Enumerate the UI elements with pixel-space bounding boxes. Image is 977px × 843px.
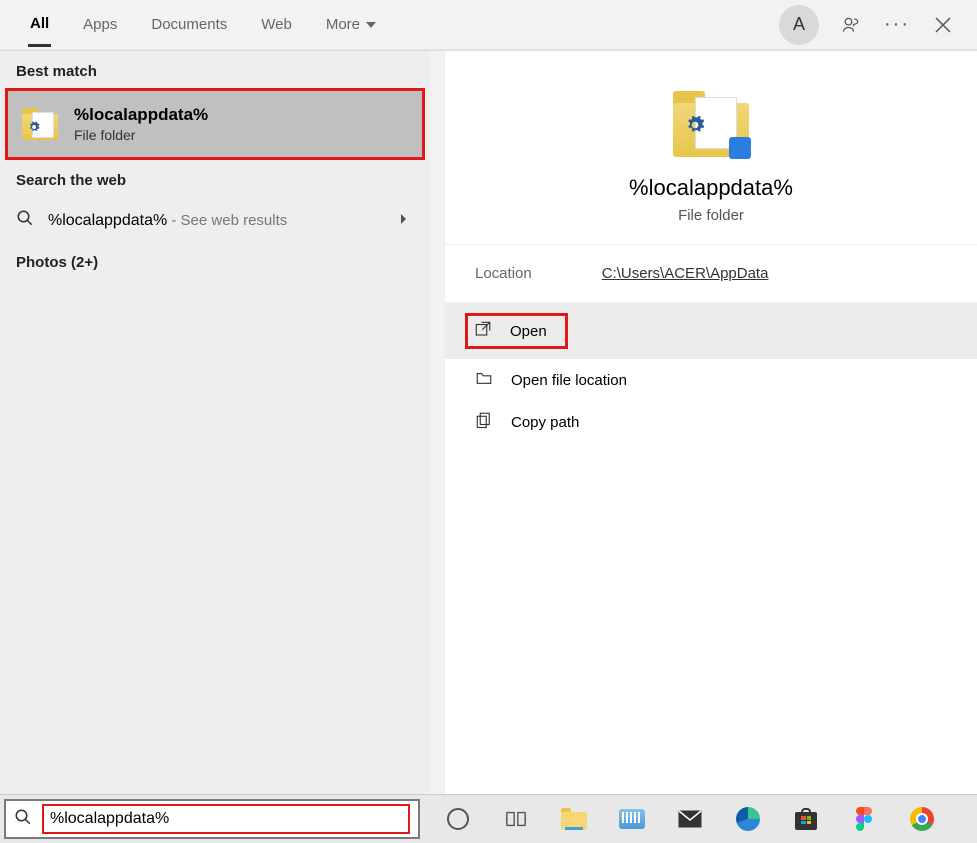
main-area: Best match %localappdata% File folder Se… — [0, 50, 977, 794]
search-icon — [16, 209, 34, 232]
open-icon — [474, 320, 492, 342]
tab-web[interactable]: Web — [259, 4, 294, 45]
preview-title: %localappdata% — [629, 175, 793, 201]
tab-apps[interactable]: Apps — [81, 4, 119, 45]
best-match-title: %localappdata% — [74, 105, 208, 125]
folder-icon-large — [673, 91, 749, 157]
cortana-icon[interactable] — [444, 805, 472, 833]
best-match-subtitle: File folder — [74, 127, 208, 143]
photos-group[interactable]: Photos (2+) — [0, 244, 430, 281]
results-panel: Best match %localappdata% File folder Se… — [0, 51, 430, 794]
taskbar-pinned-apps — [444, 805, 936, 833]
folder-icon — [22, 108, 58, 140]
file-explorer-icon[interactable] — [560, 805, 588, 833]
chevron-down-icon — [366, 22, 376, 28]
close-button[interactable] — [929, 11, 957, 39]
web-search-result[interactable]: %localappdata% - See web results — [0, 197, 430, 244]
best-match-text: %localappdata% File folder — [74, 105, 208, 143]
preview-panel: %localappdata% File folder Location C:\U… — [444, 51, 977, 794]
taskbar — [0, 794, 977, 843]
tab-all[interactable]: All — [28, 3, 51, 47]
action-open-row[interactable]: Open — [445, 303, 977, 359]
location-row: Location C:\Users\ACER\AppData — [445, 245, 977, 303]
user-avatar[interactable]: A — [779, 5, 819, 45]
taskbar-search-box[interactable] — [4, 799, 420, 839]
search-icon — [14, 808, 32, 831]
web-query: %localappdata% — [48, 212, 167, 229]
shortcut-badge-icon — [729, 137, 751, 159]
web-query-text: %localappdata% - See web results — [48, 212, 287, 230]
best-match-result[interactable]: %localappdata% File folder — [5, 88, 425, 160]
open-highlight-box: Open — [465, 313, 568, 349]
action-open-location-label: Open file location — [511, 372, 627, 389]
action-copy-path[interactable]: Copy path — [445, 401, 977, 443]
preview-subtitle: File folder — [678, 207, 744, 224]
location-path[interactable]: C:\Users\ACER\AppData — [602, 265, 769, 282]
scope-tabs: All Apps Documents Web More — [28, 3, 378, 47]
folder-location-icon — [475, 369, 493, 391]
best-match-label: Best match — [0, 51, 430, 88]
edge-icon[interactable] — [734, 805, 762, 833]
search-input[interactable] — [50, 810, 402, 828]
action-copy-path-label: Copy path — [511, 414, 579, 431]
action-open-location[interactable]: Open file location — [445, 359, 977, 401]
location-label: Location — [475, 265, 532, 282]
figma-icon[interactable] — [850, 805, 878, 833]
feedback-icon[interactable] — [837, 11, 865, 39]
tab-more-label: More — [326, 16, 360, 33]
task-view-icon[interactable] — [502, 805, 530, 833]
tab-documents[interactable]: Documents — [149, 4, 229, 45]
tab-more[interactable]: More — [324, 4, 378, 45]
action-open-label: Open — [510, 323, 547, 340]
more-options-icon[interactable]: ··· — [883, 11, 911, 39]
header-bar: All Apps Documents Web More A ··· — [0, 0, 977, 50]
copy-icon — [475, 411, 493, 433]
chevron-right-icon — [398, 212, 410, 230]
search-web-label: Search the web — [0, 160, 430, 197]
search-input-highlight — [42, 804, 410, 834]
mail-icon[interactable] — [676, 805, 704, 833]
microsoft-store-icon[interactable] — [792, 805, 820, 833]
chrome-icon[interactable] — [908, 805, 936, 833]
web-hint: - See web results — [167, 212, 287, 229]
preview-header: %localappdata% File folder — [445, 51, 977, 245]
header-right: A ··· — [779, 5, 957, 45]
on-screen-keyboard-icon[interactable] — [618, 805, 646, 833]
